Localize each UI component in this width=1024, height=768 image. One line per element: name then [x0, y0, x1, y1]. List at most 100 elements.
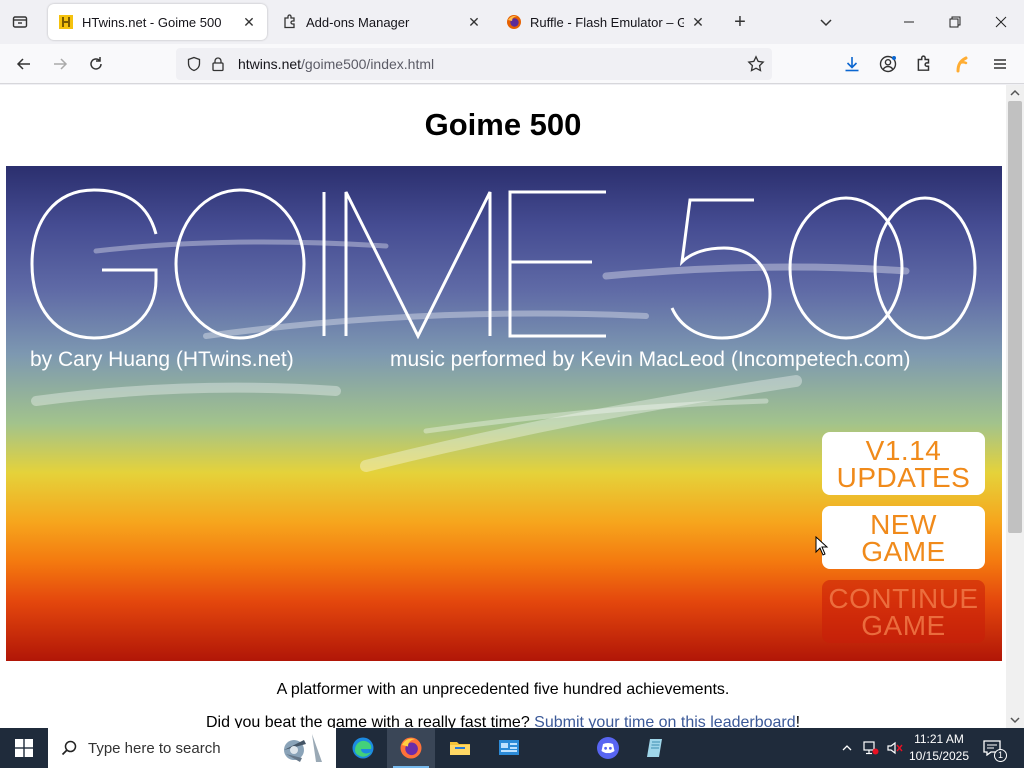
bookmark-star-icon[interactable]: [746, 54, 766, 74]
taskbar-firefox[interactable]: [387, 728, 435, 768]
url-path: /goime500/index.html: [301, 56, 435, 72]
tab-title: HTwins.net - Goime 500: [82, 14, 222, 30]
minimize-icon: [904, 21, 914, 23]
windows-logo-icon: [15, 739, 33, 757]
forward-arrow-icon: [54, 58, 68, 70]
new-tab-button[interactable]: +: [728, 10, 752, 34]
system-clock[interactable]: 11:21 AM 10/15/2025: [905, 731, 973, 765]
extensions-button[interactable]: [910, 50, 938, 78]
clock-time: 11:21 AM: [914, 732, 964, 746]
clock-date: 10/15/2025: [908, 749, 970, 763]
close-tab-icon[interactable]: ✕: [241, 14, 257, 30]
game-canvas[interactable]: by Cary Huang (HTwins.net) music perform…: [6, 166, 1002, 661]
firefox-view-icon: [12, 16, 28, 28]
taskbar-search-box[interactable]: Type here to search: [48, 728, 336, 768]
taskbar-discord[interactable]: [584, 728, 632, 768]
taskbar-control-panel[interactable]: [485, 728, 533, 768]
notepad-app-icon: [647, 739, 662, 757]
start-button[interactable]: [0, 728, 48, 768]
menu-button[interactable]: [986, 50, 1014, 78]
continue-line2: GAME: [861, 609, 946, 641]
htwins-favicon-icon: [58, 14, 74, 30]
scroll-up-arrow-icon[interactable]: [1009, 87, 1021, 99]
game-logo: [30, 188, 977, 340]
vertical-scrollbar[interactable]: [1006, 85, 1024, 728]
scroll-down-arrow-icon[interactable]: [1009, 714, 1021, 726]
tab-strip: HTwins.net - Goime 500 ✕ Add-ons Manager…: [0, 0, 1024, 44]
back-arrow-icon: [16, 58, 30, 70]
speaker-muted-icon: [887, 741, 903, 755]
leaderboard-suffix: !: [795, 714, 801, 728]
updates-button[interactable]: V1.14 UPDATES: [822, 432, 985, 495]
url-text: htwins.net/goime500/index.html: [238, 56, 434, 72]
search-icon: [60, 739, 78, 757]
list-all-tabs-button[interactable]: [814, 10, 838, 34]
windows-taskbar: Type here to search 11:21 AM 10/15/2025 …: [0, 728, 1024, 768]
account-icon: [879, 55, 897, 73]
tab-title: Ruffle - Flash Emulator – Get this Exten…: [530, 14, 684, 30]
lock-icon[interactable]: [208, 54, 228, 74]
taskbar-edge[interactable]: [339, 728, 387, 768]
tray-overflow-chevron[interactable]: [838, 728, 856, 768]
firefox-view-button[interactable]: [8, 10, 32, 34]
tab-ruffle[interactable]: Ruffle - Flash Emulator – Get this Exten…: [496, 4, 716, 40]
new-game-line1: NEW: [870, 508, 937, 540]
page-title: Goime 500: [424, 107, 582, 142]
control-panel-icon: [499, 740, 519, 755]
leaderboard-prefix: Did you beat the game with a really fast…: [206, 714, 535, 728]
taskbar-app-blue[interactable]: [632, 728, 680, 768]
new-game-line2: GAME: [861, 535, 946, 567]
discord-icon: [597, 737, 619, 759]
tray-volume[interactable]: [884, 728, 906, 768]
search-highlight-illustration-icon: [284, 734, 322, 762]
updates-line2: UPDATES: [836, 461, 971, 493]
leaderboard-text: Did you beat the game with a really fast…: [206, 714, 800, 728]
url-bar[interactable]: htwins.net/goime500/index.html: [176, 48, 772, 80]
tab-addons-manager[interactable]: Add-ons Manager ✕: [272, 4, 492, 40]
notification-count-badge: 1: [994, 749, 1007, 762]
taskbar-file-explorer[interactable]: [436, 728, 484, 768]
puzzle-piece-icon: [282, 14, 298, 30]
tab-title: Add-ons Manager: [306, 14, 410, 30]
credit-music: music performed by Kevin MacLeod (Incomp…: [390, 348, 911, 371]
puzzle-piece-icon: [917, 55, 930, 71]
tab-htwins[interactable]: HTwins.net - Goime 500 ✕: [48, 4, 267, 40]
folder-icon: [450, 742, 470, 755]
ruffle-icon: [956, 56, 968, 73]
hamburger-menu-icon: [994, 59, 1006, 69]
scrollbar-thumb[interactable]: [1008, 101, 1022, 533]
download-icon: [845, 57, 859, 72]
notification-center-button[interactable]: 1: [980, 736, 1007, 762]
restore-button[interactable]: [932, 6, 978, 38]
search-placeholder: Type here to search: [88, 739, 221, 757]
plus-icon: +: [734, 10, 746, 33]
network-icon: [863, 741, 879, 755]
game-description: A platformer with an unprecedented five …: [276, 681, 730, 698]
restore-icon: [949, 16, 961, 28]
continue-game-button: CONTINUE GAME: [822, 580, 985, 643]
tray-network[interactable]: [860, 728, 882, 768]
new-game-button[interactable]: NEW GAME: [822, 506, 985, 569]
chevron-up-icon: [842, 745, 852, 751]
chevron-down-icon: [820, 19, 832, 27]
firefox-icon: [400, 737, 422, 759]
navigation-toolbar: htwins.net/goime500/index.html: [0, 44, 1024, 84]
reload-icon: [90, 57, 102, 70]
downloads-button[interactable]: [838, 50, 866, 78]
leaderboard-link[interactable]: Submit your time on this leaderboard: [534, 714, 795, 728]
close-icon: [995, 16, 1007, 28]
minimize-button[interactable]: [886, 6, 932, 38]
close-tab-icon[interactable]: ✕: [690, 14, 706, 30]
forward-button[interactable]: [46, 50, 74, 78]
credit-author: by Cary Huang (HTwins.net): [30, 348, 294, 371]
ruffle-extension-button[interactable]: [948, 50, 976, 78]
close-tab-icon[interactable]: ✕: [466, 14, 482, 30]
back-button[interactable]: [10, 50, 38, 78]
account-button[interactable]: [874, 50, 902, 78]
tracking-protection-shield-icon[interactable]: [184, 54, 204, 74]
continue-line1: CONTINUE: [828, 582, 979, 614]
updates-line1: V1.14: [865, 434, 942, 466]
firefox-favicon-icon: [506, 14, 522, 30]
reload-button[interactable]: [82, 50, 110, 78]
close-window-button[interactable]: [978, 6, 1024, 38]
